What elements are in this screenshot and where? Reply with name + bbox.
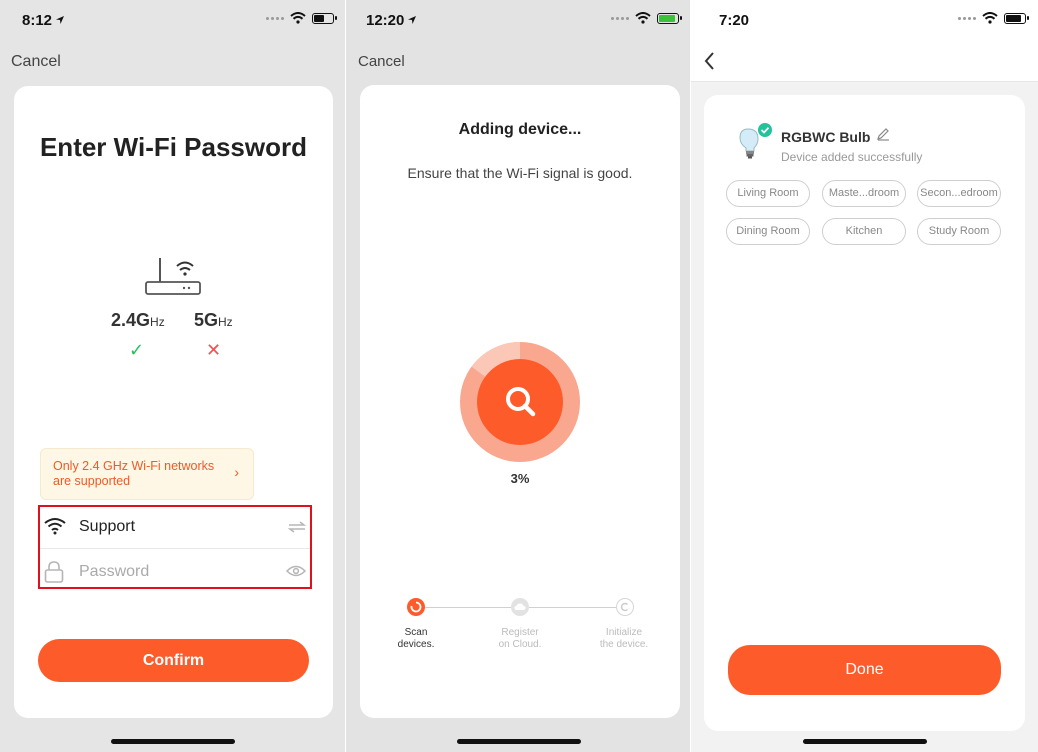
- done-button[interactable]: Done: [728, 645, 1001, 695]
- nav-header: [691, 42, 1038, 82]
- pencil-icon[interactable]: [876, 127, 890, 141]
- back-chevron-icon[interactable]: [703, 50, 717, 72]
- battery-icon: [1004, 12, 1029, 24]
- status-time: 7:20: [719, 12, 750, 29]
- wifi-password-card: Enter Wi-Fi Password 2.4GHz 5GHz ✓ ✕ Onl…: [14, 86, 333, 718]
- room-chip-living-room[interactable]: Living Room: [726, 180, 810, 207]
- status-icons: [611, 12, 682, 24]
- confirm-button[interactable]: Confirm: [38, 639, 309, 682]
- check-badge-icon: [758, 123, 772, 137]
- device-added-card: RGBWC Bulb Device added successfully Liv…: [704, 95, 1025, 731]
- wifi-icon: [982, 12, 998, 24]
- step-initialize-label: Initialize the device.: [599, 627, 649, 650]
- router-icon: [145, 258, 201, 295]
- page-title: Adding device...: [458, 121, 582, 138]
- progress-percent: 3%: [510, 471, 530, 486]
- screen-device-added: 7:20 RGBWC Bulb Device added successfull…: [691, 0, 1038, 752]
- device-name: RGBWC Bulb: [781, 129, 871, 145]
- location-arrow-icon: [56, 16, 64, 24]
- status-bar: 8:12: [0, 0, 346, 42]
- cross-icon: ✕: [206, 340, 222, 360]
- step-scan-icon: [407, 598, 425, 616]
- band-2-4ghz-label: 2.4GHz: [111, 310, 165, 330]
- step-register-label: Register on Cloud.: [498, 627, 542, 650]
- eye-icon[interactable]: [286, 565, 306, 577]
- room-chip-dining-room[interactable]: Dining Room: [726, 218, 810, 245]
- page-title: Enter Wi-Fi Password: [39, 132, 308, 162]
- switch-network-icon[interactable]: [288, 521, 306, 533]
- step-scan-label: Scan devices.: [397, 627, 435, 650]
- cancel-button[interactable]: Cancel: [11, 53, 61, 71]
- status-time: 8:12: [22, 12, 53, 29]
- status-time: 12:20: [366, 12, 405, 29]
- progress-ring: [460, 342, 580, 462]
- home-indicator: [802, 739, 927, 744]
- wifi-icon: [44, 518, 66, 535]
- password-row: [40, 551, 310, 593]
- wifi-network-name: Support: [79, 518, 136, 535]
- cancel-button[interactable]: Cancel: [358, 53, 405, 70]
- step-connector: [529, 607, 616, 608]
- band-5ghz-label: 5GHz: [194, 310, 233, 330]
- lock-icon: [44, 561, 64, 583]
- wifi-network-row[interactable]: Support: [40, 507, 310, 549]
- page-subtitle: Ensure that the Wi-Fi signal is good.: [407, 165, 633, 181]
- room-chip-second-bedroom[interactable]: Secon...edroom: [917, 180, 1001, 207]
- notice-line-1: Only 2.4 GHz Wi-Fi networks: [53, 459, 215, 473]
- password-input[interactable]: [79, 563, 259, 581]
- initialize-icon: [616, 598, 634, 616]
- cloud-icon: [511, 598, 529, 616]
- notice-line-2: are supported: [53, 474, 131, 488]
- step-connector: [425, 607, 517, 608]
- room-chip-kitchen[interactable]: Kitchen: [822, 218, 906, 245]
- room-chip-master-bedroom[interactable]: Maste...droom: [822, 180, 906, 207]
- signal-dots-icon: [266, 16, 284, 20]
- signal-dots-icon: [958, 16, 976, 20]
- device-status: Device added successfully: [781, 150, 923, 164]
- adding-device-card: Adding device... Ensure that the Wi-Fi s…: [360, 85, 680, 718]
- bulb-icon: [739, 123, 772, 159]
- screen-enter-wifi-password: 8:12 Cancel Enter Wi-Fi Password 2.4GHz …: [0, 0, 346, 752]
- status-bar: 12:20: [346, 0, 691, 42]
- status-icons: [958, 12, 1029, 24]
- chevron-right-icon: ›: [234, 464, 239, 480]
- status-icons: [266, 12, 337, 24]
- wifi-icon: [290, 12, 306, 24]
- home-indicator: [456, 739, 581, 744]
- location-arrow-icon: [408, 16, 416, 24]
- room-chip-study-room[interactable]: Study Room: [917, 218, 1001, 245]
- wifi-credentials-form: Support: [38, 505, 312, 589]
- battery-charging-icon: [657, 12, 682, 24]
- screen-adding-device: 12:20 Cancel Adding device... Ensure tha…: [346, 0, 691, 752]
- signal-dots-icon: [611, 16, 629, 20]
- status-bar: 7:20: [691, 0, 1038, 42]
- battery-icon: [312, 12, 337, 24]
- home-indicator: [111, 739, 235, 744]
- band-notice-banner[interactable]: Only 2.4 GHz Wi-Fi networks are supporte…: [40, 448, 254, 500]
- check-icon: ✓: [129, 340, 145, 360]
- wifi-icon: [635, 12, 651, 24]
